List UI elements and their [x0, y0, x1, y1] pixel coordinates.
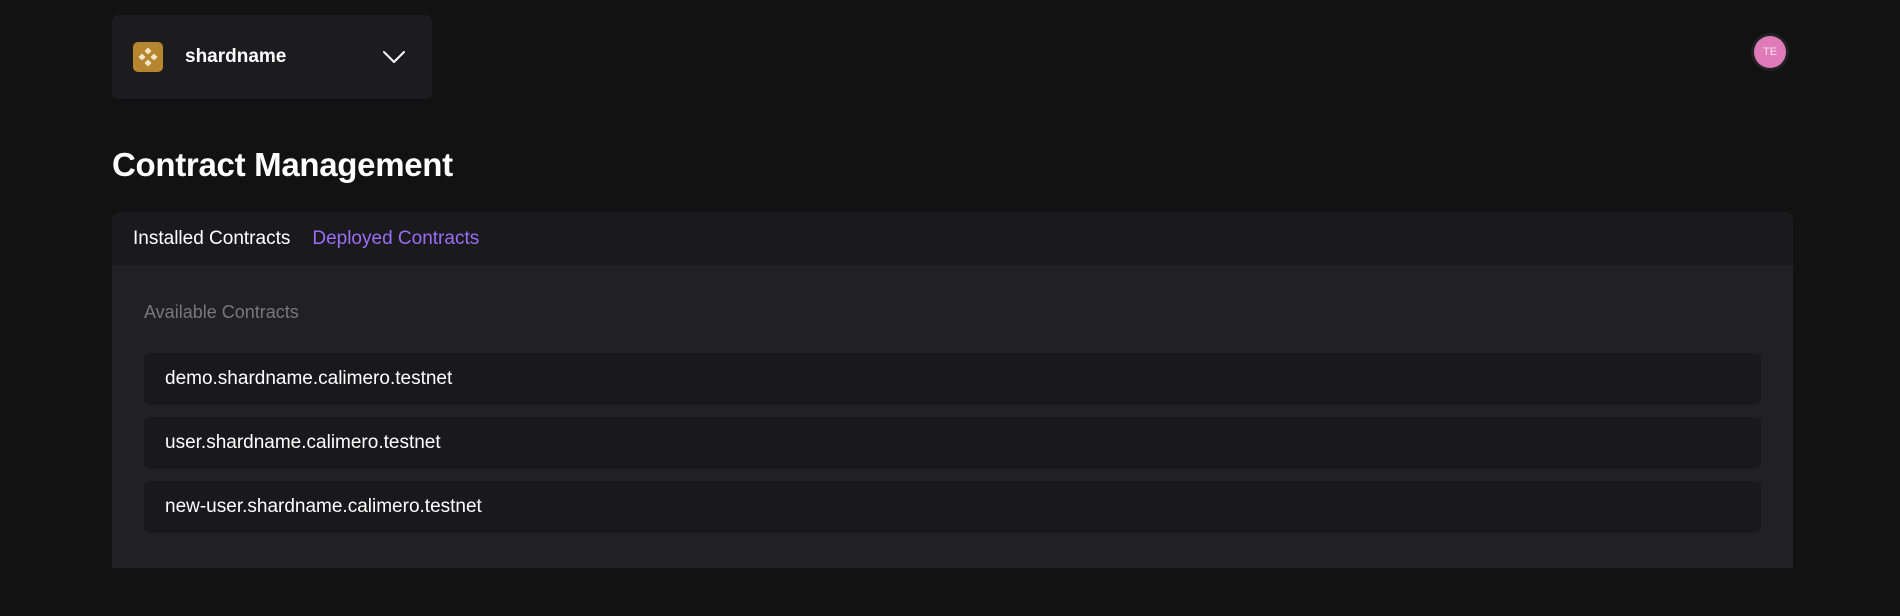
- contract-list: demo.shardname.calimero.testnet user.sha…: [144, 353, 1761, 533]
- contract-list-item[interactable]: demo.shardname.calimero.testnet: [144, 353, 1761, 405]
- diamond-cluster-icon: [133, 42, 163, 72]
- page-title: Contract Management: [112, 146, 453, 183]
- tab-bar: Installed Contracts Deployed Contracts: [112, 212, 1793, 265]
- tab-panel: Available Contracts demo.shardname.calim…: [112, 302, 1793, 533]
- tab-installed-contracts[interactable]: Installed Contracts: [133, 228, 290, 250]
- shard-selector-dropdown[interactable]: shardname: [112, 15, 432, 99]
- contracts-card: Installed Contracts Deployed Contracts A…: [112, 212, 1793, 568]
- shard-name: shardname: [185, 46, 287, 67]
- available-contracts-label: Available Contracts: [144, 302, 299, 322]
- user-avatar[interactable]: TE: [1754, 36, 1786, 68]
- tab-deployed-contracts[interactable]: Deployed Contracts: [312, 228, 479, 250]
- chevron-down-icon: [383, 51, 405, 63]
- contract-list-item[interactable]: user.shardname.calimero.testnet: [144, 417, 1761, 469]
- contract-list-item[interactable]: new-user.shardname.calimero.testnet: [144, 481, 1761, 533]
- page: shardname TE Contract Management Install…: [0, 0, 1900, 616]
